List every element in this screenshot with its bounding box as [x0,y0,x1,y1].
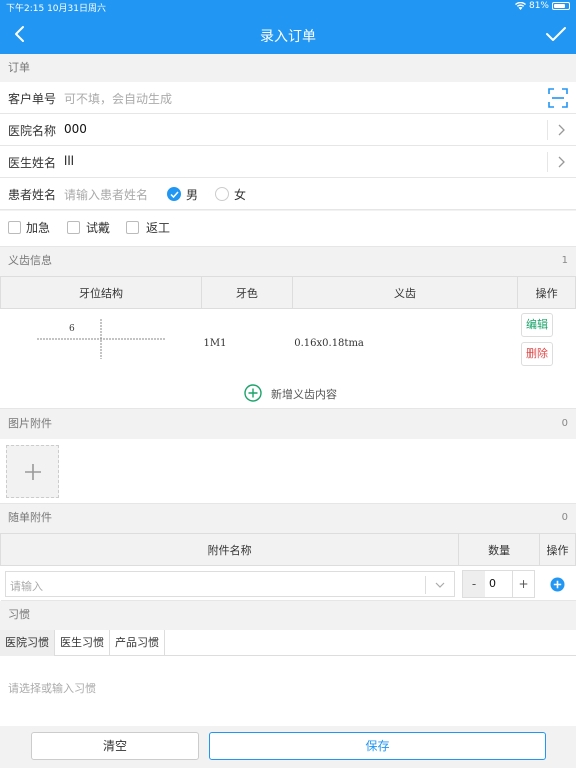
tab-product-habit[interactable]: 产品习惯 [110,630,165,656]
col-tooth-position: 牙位结构 [0,276,202,309]
try-in-checkbox[interactable] [67,221,80,234]
battery-icon [552,2,570,10]
plus-circle-icon [244,384,262,402]
urgent-checkbox[interactable] [8,221,21,234]
rework-checkbox[interactable] [126,221,139,234]
plus-icon [25,464,41,480]
habits-section-title: 习惯 [8,608,30,621]
add-image-button[interactable] [6,445,59,498]
col-attachment-name: 附件名称 [0,533,460,566]
try-in-label: 试戴 [86,221,111,235]
col-denture: 义齿 [291,276,519,309]
flags-row: 加急 试戴 返工 [0,211,576,247]
doctor-value: lll [64,154,75,168]
hospital-value: 000 [64,122,87,136]
col-attachment-actions: 操作 [539,533,576,566]
add-attachment-icon[interactable] [550,577,565,592]
add-denture-button[interactable]: 新增义齿内容 [0,377,576,409]
gender-female-radio[interactable] [215,187,229,201]
denture-table-header: 牙位结构 牙色 义齿 操作 [0,276,576,309]
hospital-row[interactable]: 医院名称 000 [0,114,576,146]
attachment-name-placeholder: 请输入 [10,580,43,593]
attachment-name-select[interactable]: 请输入 [5,571,455,597]
doctor-label: 医生姓名 [8,156,57,170]
attachments-count: 0 [561,512,568,523]
tab-doctor-habit[interactable]: 医生习惯 [55,630,110,656]
increment-button[interactable]: + [512,571,534,597]
checkmark-icon[interactable] [544,23,568,45]
quantity-value[interactable]: 0 [489,577,496,590]
customer-no-label: 客户单号 [8,92,57,106]
customer-no-input[interactable]: 可不填，会自动生成 [64,90,172,107]
quantity-stepper[interactable]: - 0 + [462,570,535,598]
add-denture-label: 新增义齿内容 [271,388,337,401]
table-row: 6 1M1 0.16x0.18tma [0,308,576,378]
patient-row: 患者姓名 请输入患者姓名 男 女 [0,178,576,210]
habit-input[interactable]: 请选择或输入习惯 [0,656,576,726]
wifi-icon [514,2,526,10]
clear-button[interactable]: 清空 [31,732,199,760]
tooth-chart-cell: 6 [0,308,202,378]
urgent-label: 加急 [26,221,51,235]
hospital-label: 医院名称 [8,124,57,138]
order-section-title: 订单 [8,61,30,74]
gender-female-label: 女 [234,188,247,202]
tooth-number: 6 [69,324,75,334]
divider [547,120,548,140]
habit-placeholder: 请选择或输入习惯 [8,682,96,695]
tooth-position-chart: 6 [36,319,165,359]
doctor-row[interactable]: 医生姓名 lll [0,146,576,178]
save-button[interactable]: 保存 [209,732,546,760]
customer-no-row: 客户单号 可不填，会自动生成 [0,82,576,114]
habit-tabs: 医院习惯 医生习惯 产品习惯 [0,630,576,656]
decrement-button[interactable]: - [463,571,485,597]
attachments-section-header: 随单附件 0 [0,504,576,532]
patient-name-input[interactable]: 请输入患者姓名 [64,186,148,203]
divider [547,152,548,172]
order-section-header: 订单 [0,54,576,82]
page-title: 录入订单 [260,29,316,45]
delete-button[interactable]: 删除 [521,342,553,366]
images-section-header: 图片附件 0 [0,410,576,438]
col-shade: 牙色 [201,276,293,309]
habits-section-header: 习惯 [0,601,576,629]
images-section-title: 图片附件 [8,417,52,430]
attachments-table-header: 附件名称 数量 操作 [0,533,576,566]
status-bar: 下午2:15 10月31日周六 81% [0,0,576,14]
chevron-down-icon [435,582,445,588]
battery-fill [554,4,565,8]
gender-male-radio[interactable] [167,187,181,201]
patient-label: 患者姓名 [8,188,57,202]
col-actions: 操作 [517,276,576,309]
chevron-right-icon [558,124,565,136]
edit-button[interactable]: 编辑 [521,313,553,337]
footer-bar: 清空 保存 [0,726,576,768]
gender-male-label: 男 [186,188,199,202]
denture-cell: 0.16x0.18tma [292,308,518,378]
denture-section-header: 义齿信息 1 [0,247,576,275]
tab-hospital-habit[interactable]: 医院习惯 [0,630,55,656]
nav-bar: 录入订单 [0,14,576,54]
divider [425,576,426,594]
status-time: 下午2:15 10月31日周六 [6,4,106,14]
rework-label: 返工 [146,221,171,235]
shade-cell: 1M1 [201,308,293,378]
denture-table: 牙位结构 牙色 义齿 操作 6 1M1 0.16x0.18tma [0,276,576,378]
scan-icon[interactable] [548,88,568,108]
images-count: 0 [561,418,568,429]
images-area [0,439,576,504]
chevron-right-icon [558,156,565,168]
col-quantity: 数量 [458,533,541,566]
denture-count: 1 [561,255,568,266]
denture-section-title: 义齿信息 [8,254,52,267]
attachments-section-title: 随单附件 [8,511,52,524]
battery-percent: 81% [528,1,549,11]
